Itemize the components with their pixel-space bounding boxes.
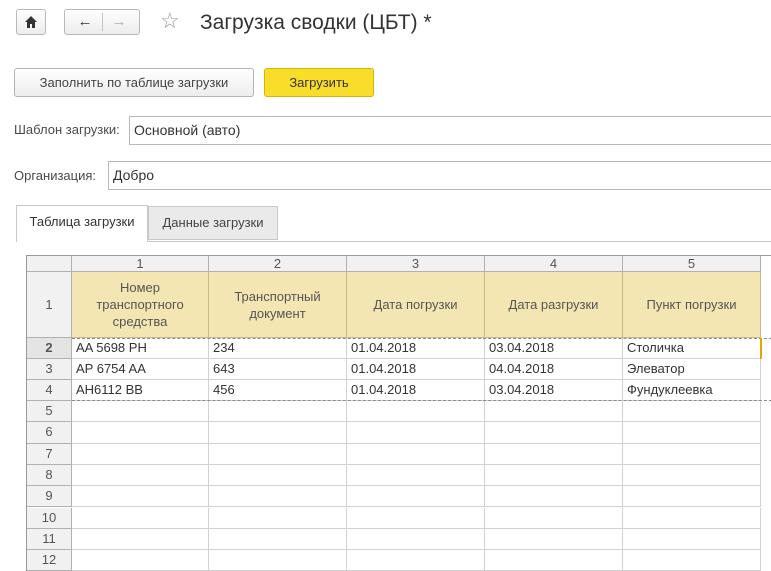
table-cell[interactable] xyxy=(485,550,623,571)
table-cell[interactable] xyxy=(485,486,623,508)
table-cell[interactable] xyxy=(485,507,623,529)
row-number[interactable]: 7 xyxy=(27,443,72,465)
table-cell[interactable] xyxy=(209,401,347,423)
table-cell[interactable]: 643 xyxy=(209,359,347,380)
row-number[interactable]: 3 xyxy=(27,359,72,380)
table-cell[interactable] xyxy=(209,507,347,529)
table-cell[interactable] xyxy=(623,464,761,487)
star-icon[interactable]: ☆ xyxy=(160,8,180,34)
table-cell[interactable]: 01.04.2018 xyxy=(347,359,485,380)
table-cell[interactable] xyxy=(347,401,485,423)
table-cell[interactable] xyxy=(72,464,209,487)
page-title: Загрузка сводки (ЦБТ) * xyxy=(200,11,432,34)
table-cell[interactable] xyxy=(623,422,761,444)
table-cell[interactable]: AP 6754 AA xyxy=(72,359,209,380)
forward-button[interactable]: → xyxy=(105,10,133,34)
header-vehicle-number[interactable]: Номер транспортного средства xyxy=(72,272,209,338)
table-cell[interactable] xyxy=(209,486,347,508)
load-table-grid[interactable]: 1 2 3 4 5 1 Номер транспортного средства… xyxy=(26,255,771,571)
table-cell[interactable] xyxy=(347,422,485,444)
row-number[interactable]: 8 xyxy=(27,464,72,487)
table-cell[interactable]: Столичка xyxy=(623,338,761,359)
table-cell[interactable] xyxy=(623,507,761,529)
row-number[interactable]: 2 xyxy=(27,338,72,359)
table-cell[interactable]: 03.04.2018 xyxy=(485,380,623,401)
home-button[interactable] xyxy=(16,9,46,35)
table-cell[interactable] xyxy=(623,550,761,571)
table-cell[interactable] xyxy=(623,443,761,465)
header-loading-date[interactable]: Дата погрузки xyxy=(347,272,485,338)
table-cell[interactable]: 01.04.2018 xyxy=(347,380,485,401)
table-cell[interactable] xyxy=(347,550,485,571)
row-number[interactable]: 5 xyxy=(27,401,72,423)
table-cell[interactable]: Элеватор xyxy=(623,359,761,380)
table-cell[interactable] xyxy=(347,486,485,508)
table-cell[interactable]: AA 5698 PH xyxy=(72,338,209,359)
table-cell[interactable] xyxy=(347,507,485,529)
table-cell[interactable] xyxy=(209,422,347,444)
table-cell[interactable] xyxy=(72,422,209,444)
organization-field[interactable]: Добро xyxy=(108,161,771,190)
table-cell[interactable] xyxy=(72,443,209,465)
arrow-left-icon: ← xyxy=(77,13,93,30)
table-cell[interactable] xyxy=(72,528,209,551)
table-cell[interactable] xyxy=(347,528,485,551)
row-number[interactable]: 12 xyxy=(27,550,72,571)
row-number[interactable]: 6 xyxy=(27,422,72,444)
table-cell[interactable] xyxy=(209,550,347,571)
table-cell[interactable] xyxy=(347,443,485,465)
table-cell[interactable] xyxy=(485,443,623,465)
column-number[interactable]: 3 xyxy=(347,256,485,272)
home-icon xyxy=(17,10,45,34)
header-loading-point[interactable]: Пункт погрузки xyxy=(623,272,761,338)
row-number[interactable]: 9 xyxy=(27,486,72,508)
table-cell[interactable] xyxy=(209,464,347,487)
tab-load-table[interactable]: Таблица загрузки xyxy=(16,205,148,242)
table-cell[interactable] xyxy=(623,401,761,423)
load-button[interactable]: Загрузить xyxy=(264,68,374,97)
table-cell[interactable] xyxy=(209,443,347,465)
table-cell[interactable]: 456 xyxy=(209,380,347,401)
column-number[interactable]: 4 xyxy=(485,256,623,272)
table-cell[interactable] xyxy=(72,507,209,529)
selection-border-top xyxy=(72,338,771,339)
table-cell[interactable] xyxy=(72,486,209,508)
template-label: Шаблон загрузки: xyxy=(14,122,120,137)
table-cell[interactable] xyxy=(347,464,485,487)
table-cell[interactable]: 234 xyxy=(209,338,347,359)
table-cell[interactable] xyxy=(485,464,623,487)
table-cell[interactable] xyxy=(72,550,209,571)
column-number[interactable]: 5 xyxy=(623,256,761,272)
back-button[interactable]: ← xyxy=(71,10,99,34)
arrow-right-icon: → xyxy=(111,13,127,30)
table-cell[interactable]: AH6112 BB xyxy=(72,380,209,401)
table-cell[interactable]: 03.04.2018 xyxy=(485,338,623,359)
column-number[interactable]: 2 xyxy=(209,256,347,272)
grid-corner xyxy=(27,256,72,272)
active-cell-marker xyxy=(760,338,762,359)
back-forward-group: ← → xyxy=(64,9,140,35)
table-cell[interactable]: 04.04.2018 xyxy=(485,359,623,380)
tab-load-data[interactable]: Данные загрузки xyxy=(148,206,278,240)
fill-from-table-button[interactable]: Заполнить по таблице загрузки xyxy=(14,68,254,97)
row-number[interactable]: 10 xyxy=(27,507,72,529)
header-unloading-date[interactable]: Дата разгрузки xyxy=(485,272,623,338)
row-number[interactable]: 4 xyxy=(27,380,72,401)
table-cell[interactable] xyxy=(485,528,623,551)
template-field[interactable]: Основной (авто) xyxy=(129,116,771,145)
table-cell[interactable]: Фундуклеевка xyxy=(623,380,761,401)
row-number[interactable]: 11 xyxy=(27,528,72,551)
table-cell[interactable] xyxy=(623,486,761,508)
column-number[interactable]: 1 xyxy=(72,256,209,272)
table-cell[interactable]: 01.04.2018 xyxy=(347,338,485,359)
table-cell[interactable] xyxy=(72,401,209,423)
table-cell[interactable] xyxy=(209,528,347,551)
table-cell[interactable] xyxy=(485,422,623,444)
table-cell[interactable] xyxy=(623,528,761,551)
row-number[interactable]: 1 xyxy=(27,272,72,338)
table-cell[interactable] xyxy=(485,401,623,423)
organization-label: Организация: xyxy=(14,168,97,183)
header-transport-document[interactable]: Транспортный документ xyxy=(209,272,347,338)
